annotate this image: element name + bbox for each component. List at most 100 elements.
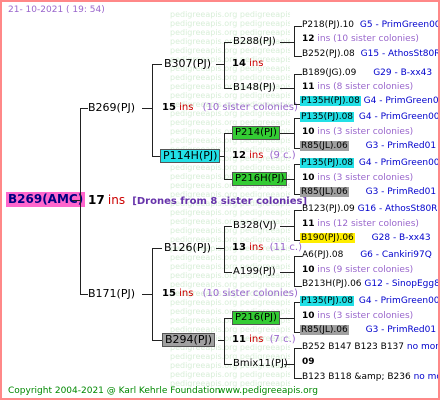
connector bbox=[294, 26, 295, 56]
gen4-queen[interactable]: B252(PJ).08 bbox=[302, 49, 355, 59]
site-link[interactable]: www.pedigreeapis.org bbox=[218, 386, 318, 397]
gen3-queen[interactable]: P216H(PJ) bbox=[232, 172, 288, 186]
root-ins-count: 17 bbox=[88, 193, 105, 207]
sister-note: (9 c.) bbox=[269, 150, 296, 161]
gen3-queen[interactable]: P214(PJ) bbox=[232, 126, 280, 140]
gen4-queen[interactable]: B190(PJ).06 bbox=[300, 233, 355, 243]
connector bbox=[224, 226, 232, 227]
gen2-ins: 14 ins bbox=[232, 58, 263, 70]
gen4-ins-row: 12 ins (10 sister colonies) bbox=[302, 34, 419, 45]
gen4-code: G3 - PrimRed01 bbox=[365, 187, 437, 197]
gen4-queen[interactable]: R85(JL).06 bbox=[300, 187, 349, 197]
connector bbox=[224, 133, 232, 134]
gen3-queen[interactable]: B328(VJ) bbox=[233, 220, 277, 232]
gen4-queen[interactable]: R85(JL).06 bbox=[300, 141, 349, 151]
sister-note: ins (3 sister colonies) bbox=[317, 173, 414, 183]
connector bbox=[280, 133, 294, 134]
gen4-ins-row: 11 ins (12 sister colonies) bbox=[302, 219, 419, 230]
sister-note: (10 sister colonies) bbox=[202, 102, 298, 113]
gen4-queen[interactable]: B123(PJ).09 bbox=[302, 204, 355, 214]
gen2-ins: 13 ins (11 c.) bbox=[232, 242, 302, 254]
gen2-ins: 11 ins (7 c.) bbox=[232, 334, 296, 346]
copyright-text: Copyright 2004-2021 @ Karl Kehrle Founda… bbox=[8, 386, 221, 396]
gen2-queen[interactable]: B307(PJ) bbox=[164, 58, 211, 70]
ins-count: 10 bbox=[302, 127, 315, 137]
ins-count: 12 bbox=[302, 34, 315, 44]
gen4-code: G15 - AthosSt80R bbox=[360, 49, 440, 59]
gen4-queen[interactable]: P135(PJ).08 bbox=[300, 158, 355, 168]
ins-count: 11 bbox=[302, 82, 315, 92]
gen4-queen[interactable]: A6(PJ).08 bbox=[302, 250, 343, 260]
connector bbox=[224, 179, 232, 180]
connector bbox=[294, 286, 302, 287]
gen4-row: P135(PJ).08 G4 - PrimGreen00 bbox=[300, 112, 438, 123]
gen1-ins: 15 ins (10 sister colonies) bbox=[162, 288, 298, 300]
ins-count: 10 bbox=[302, 311, 315, 321]
gen3-queen[interactable]: Bmix11(PJ) bbox=[233, 358, 288, 370]
gen4-ins-row: 10 ins (3 sister colonies) bbox=[302, 311, 413, 322]
connector bbox=[294, 302, 295, 332]
gen4-queen[interactable]: B189(JG).09 bbox=[302, 68, 356, 78]
ins-label: ins bbox=[179, 102, 194, 113]
gen4-queen[interactable]: B123 B118 &amp; B236 bbox=[302, 372, 411, 382]
connector bbox=[284, 179, 294, 180]
pedigree-frame: pedigreeapis.org pedigreeapis.org pedigr… bbox=[0, 0, 440, 400]
gen4-queen[interactable]: B213H(PJ).06 bbox=[302, 279, 362, 289]
gen4-ins-row: 10 ins (3 sister colonies) bbox=[302, 173, 413, 184]
gen4-row: B123 B118 &amp; B236 no more bbox=[302, 372, 438, 383]
connector bbox=[294, 56, 302, 57]
connector bbox=[80, 108, 81, 294]
ins-label: ins bbox=[249, 334, 264, 345]
gen3-queen[interactable]: A199(PJ) bbox=[233, 266, 276, 278]
gen2-queen[interactable]: B294(PJ) bbox=[162, 333, 216, 347]
gen3-queen[interactable]: P216(PJ) bbox=[232, 311, 280, 325]
connector bbox=[142, 108, 152, 109]
connector bbox=[294, 26, 302, 27]
date-stamp: 21- 10-2021 ( 19: 54) bbox=[8, 5, 105, 15]
ins-label: ins bbox=[179, 288, 194, 299]
gen4-code: G5 - PrimGreen00 bbox=[359, 20, 440, 30]
ins-label: ins bbox=[249, 150, 264, 161]
gen3-queen[interactable]: B148(PJ) bbox=[233, 82, 276, 94]
gen4-queen[interactable]: P135(PJ).08 bbox=[300, 296, 355, 306]
connector bbox=[152, 248, 153, 340]
gen2-queen[interactable]: B126(PJ) bbox=[164, 242, 211, 254]
gen2-ins: 12 ins (9 c.) bbox=[232, 150, 296, 162]
gen4-row: R85(JL).06 G3 - PrimRed01 bbox=[300, 325, 436, 336]
connector bbox=[224, 42, 232, 43]
sister-note: ins (8 sister colonies) bbox=[317, 82, 414, 92]
gen4-code: G29 - B-xx43 bbox=[373, 68, 433, 78]
root-ins: 17 ins [Drones from 8 sister colonies] bbox=[88, 194, 307, 208]
ins-count: 13 bbox=[232, 242, 246, 253]
ins-count: 15 bbox=[162, 102, 176, 113]
gen4-queen[interactable]: P135(PJ).08 bbox=[300, 112, 355, 122]
gen4-row: B252(PJ).08 G15 - AthosSt80R bbox=[302, 49, 440, 60]
connector bbox=[224, 42, 225, 88]
gen4-code: G12 - SinopEgg86R bbox=[364, 279, 440, 289]
connector bbox=[294, 118, 295, 148]
gen4-queen[interactable]: B252 B147 B123 B137 bbox=[302, 342, 404, 352]
gen4-queen[interactable]: P135H(PJ).08 bbox=[300, 96, 361, 106]
gen4-row: R85(JL).06 G3 - PrimRed01 bbox=[300, 141, 436, 152]
ins-count: 11 bbox=[232, 334, 246, 345]
connector bbox=[216, 248, 224, 249]
gen1-queen[interactable]: B269(PJ) bbox=[88, 102, 135, 114]
gen4-row: B213H(PJ).06 G12 - SinopEgg86R bbox=[302, 279, 440, 290]
connector bbox=[152, 64, 153, 156]
connector bbox=[294, 210, 295, 240]
connector bbox=[80, 294, 88, 295]
connector bbox=[224, 88, 232, 89]
gen4-queen[interactable]: R85(JL).06 bbox=[300, 325, 349, 335]
sister-note: (7 c.) bbox=[269, 334, 296, 345]
gen3-queen[interactable]: B288(PJ) bbox=[233, 36, 276, 48]
sister-note: ins (10 sister colonies) bbox=[317, 34, 419, 44]
connector bbox=[284, 364, 294, 365]
gen2-queen[interactable]: P114H(PJ) bbox=[160, 149, 221, 163]
connector bbox=[224, 318, 232, 319]
gen1-queen[interactable]: B171(PJ) bbox=[88, 288, 135, 300]
connector bbox=[224, 272, 232, 273]
gen4-queen[interactable]: P218(PJ).10 bbox=[302, 20, 354, 30]
gen4-code: no more bbox=[406, 342, 439, 352]
sister-note: (10 sister colonies) bbox=[202, 288, 298, 299]
connector bbox=[224, 318, 225, 364]
